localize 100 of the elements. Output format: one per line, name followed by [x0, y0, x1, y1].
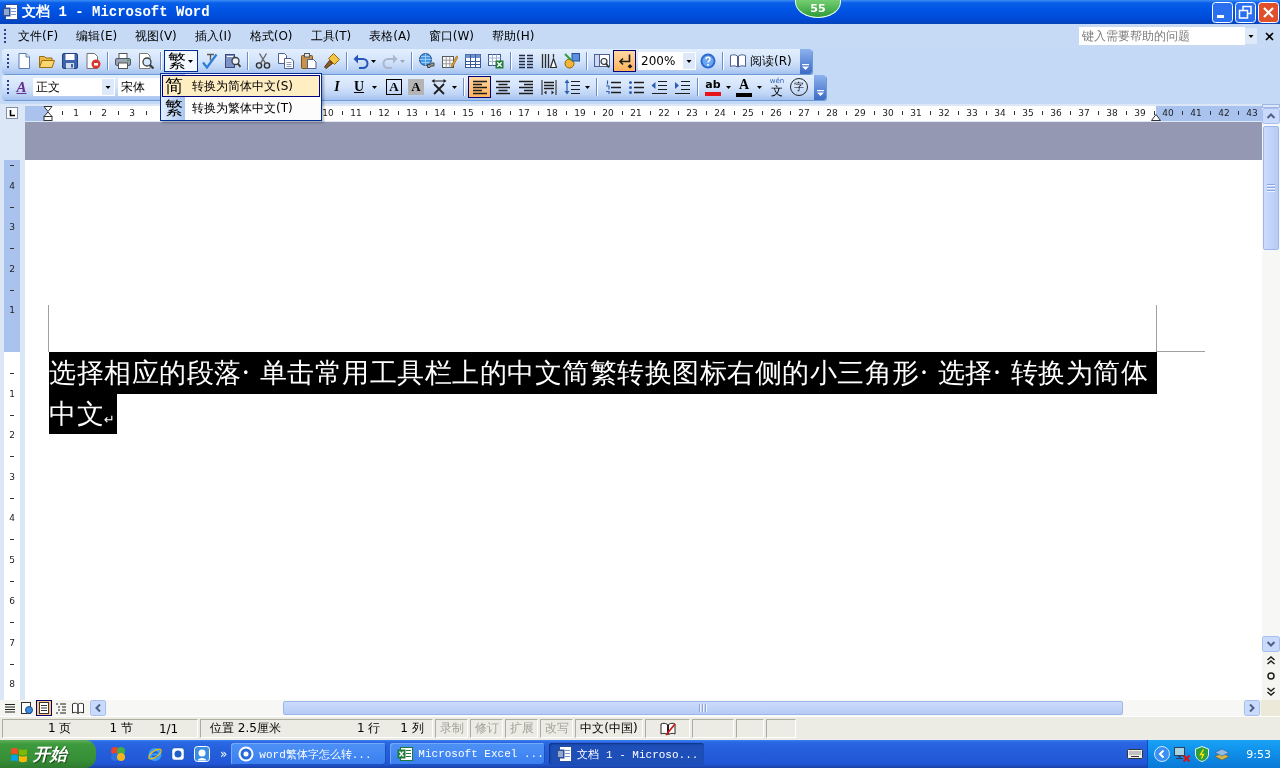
- table-pencil-icon[interactable]: [441, 53, 458, 69]
- clipboard-icon[interactable]: [300, 53, 317, 69]
- menu-item[interactable]: 文件(F): [9, 26, 68, 46]
- status-panel: [692, 719, 734, 738]
- rounded-square-icon[interactable]: [170, 746, 186, 762]
- read-button[interactable]: 阅读(R): [726, 50, 796, 72]
- menu-item[interactable]: 编辑(E): [67, 26, 127, 46]
- ruler-number: 3: [9, 471, 15, 482]
- spreadsheet-icon[interactable]: [487, 53, 504, 69]
- help-icon[interactable]: [699, 53, 716, 69]
- menu-item[interactable]: 帮助(H): [483, 26, 544, 46]
- shapes-icon[interactable]: [563, 53, 580, 69]
- undo-arrow-icon[interactable]: [353, 53, 369, 69]
- four-circles-icon[interactable]: [110, 746, 126, 762]
- highlight-button[interactable]: ab: [702, 76, 724, 98]
- folder-icon[interactable]: [38, 53, 55, 69]
- line-spacing-icon[interactable]: [563, 79, 580, 95]
- taskbar-button[interactable]: 文档 1 - Microso...: [549, 743, 705, 765]
- ringed-orb-icon[interactable]: [147, 746, 163, 762]
- font-field[interactable]: 宋体: [118, 78, 160, 96]
- columns-icon[interactable]: [517, 53, 534, 69]
- ruler-number: 7: [9, 637, 15, 648]
- taskbar-button[interactable]: word繁体字怎么转...: [231, 743, 387, 765]
- ruler-number: 21: [630, 108, 642, 118]
- character-border-button[interactable]: A: [386, 79, 402, 95]
- stacked-layers-icon[interactable]: [1214, 746, 1231, 762]
- page-no-entry-icon[interactable]: [84, 53, 101, 69]
- scrollbar-thumb[interactable]: [1263, 126, 1279, 250]
- numbered-list-icon[interactable]: [604, 79, 621, 95]
- minimize-icon[interactable]: [1212, 1, 1233, 23]
- section-count: 1 节: [109, 720, 133, 737]
- indent-marker-icon[interactable]: [43, 105, 53, 121]
- paintbrush-icon[interactable]: [323, 53, 340, 69]
- styles-button[interactable]: A: [12, 76, 31, 98]
- network-cross-icon[interactable]: [1174, 746, 1191, 762]
- keyboard-icon[interactable]: [1127, 746, 1144, 762]
- document-icon[interactable]: [2, 4, 18, 20]
- web-view-button[interactable]: [19, 700, 35, 716]
- style-field[interactable]: 正文: [33, 78, 115, 96]
- triangle-marker-icon[interactable]: [1151, 113, 1161, 121]
- more-chevron[interactable]: »: [220, 747, 228, 761]
- scrollbar-thumb[interactable]: [283, 701, 1123, 715]
- indent-icon[interactable]: [673, 79, 690, 95]
- panel-magnifier-icon[interactable]: [593, 53, 610, 69]
- ruler-number: 22: [658, 108, 670, 118]
- menu-item[interactable]: 工具(T): [301, 26, 361, 46]
- toolbar-options-button[interactable]: [814, 74, 826, 100]
- menu-item[interactable]: 窗口(W): [419, 26, 484, 46]
- print-layout-button[interactable]: [36, 700, 52, 716]
- ruler-number: 1: [73, 108, 79, 118]
- table-grid-icon[interactable]: [464, 53, 481, 69]
- menu-item[interactable]: 插入(I): [185, 26, 241, 46]
- cross-arrows-icon[interactable]: [430, 79, 447, 95]
- blank-page-icon[interactable]: [15, 53, 32, 69]
- two-pages-icon[interactable]: [277, 53, 294, 69]
- ruler-number: 19: [574, 108, 586, 118]
- caret-icon[interactable]: [452, 85, 457, 89]
- close-icon[interactable]: [1265, 31, 1274, 41]
- caret-icon[interactable]: [726, 85, 731, 89]
- align-left-button[interactable]: [468, 76, 491, 98]
- font-color-button[interactable]: A: [733, 76, 755, 98]
- caret-icon[interactable]: [371, 59, 376, 63]
- page-magnifier-icon[interactable]: [137, 53, 154, 69]
- menu-item[interactable]: 格式(O): [240, 26, 302, 46]
- bulleted-list-icon[interactable]: [627, 79, 644, 95]
- printer-icon[interactable]: [114, 53, 131, 69]
- lines-triangle-icon[interactable]: [540, 53, 557, 69]
- reading-view-button[interactable]: [70, 700, 86, 716]
- check-mark-icon[interactable]: [201, 53, 218, 69]
- help-search-field[interactable]: 键入需要帮助的问题: [1079, 27, 1245, 45]
- caret-icon[interactable]: [372, 85, 377, 89]
- outdent-icon[interactable]: [650, 79, 667, 95]
- menu-item[interactable]: 视图(V): [126, 26, 186, 46]
- chinese-conversion-button[interactable]: 繁: [164, 50, 198, 72]
- caret-icon[interactable]: [188, 59, 193, 63]
- ruler-number: 29: [854, 108, 866, 118]
- book-cross-icon[interactable]: [659, 720, 676, 737]
- circle-logo-icon: [238, 746, 255, 762]
- scissors-icon[interactable]: [254, 53, 271, 69]
- ruler-number: 31: [910, 108, 922, 118]
- character-shading-button[interactable]: A: [408, 79, 424, 95]
- italic-button[interactable]: I: [326, 76, 348, 98]
- restore-icon[interactable]: [1235, 1, 1256, 23]
- shield-icon[interactable]: [1194, 746, 1211, 762]
- ruler-number: 24: [714, 108, 726, 118]
- book-magnifier-icon[interactable]: [224, 53, 241, 69]
- zoom-field[interactable]: 200%: [638, 52, 696, 70]
- underline-button[interactable]: U: [348, 76, 370, 98]
- caret-icon[interactable]: [585, 85, 590, 89]
- silhouette-tile-icon[interactable]: [194, 746, 210, 762]
- menu-item[interactable]: 简 转换为简体中文(S): [162, 75, 320, 97]
- menu-item[interactable]: 表格(A): [360, 26, 420, 46]
- caret-icon[interactable]: [757, 85, 762, 89]
- tab-stop-icon[interactable]: [6, 107, 18, 119]
- globe-chain-icon[interactable]: [418, 53, 435, 69]
- start-button[interactable]: 开始: [0, 740, 96, 768]
- split-handle[interactable]: [1262, 104, 1280, 108]
- chevron-circle-icon[interactable]: [1154, 746, 1171, 762]
- toolbar-options-button[interactable]: [799, 48, 812, 74]
- formatting-marks-button[interactable]: [613, 50, 636, 72]
